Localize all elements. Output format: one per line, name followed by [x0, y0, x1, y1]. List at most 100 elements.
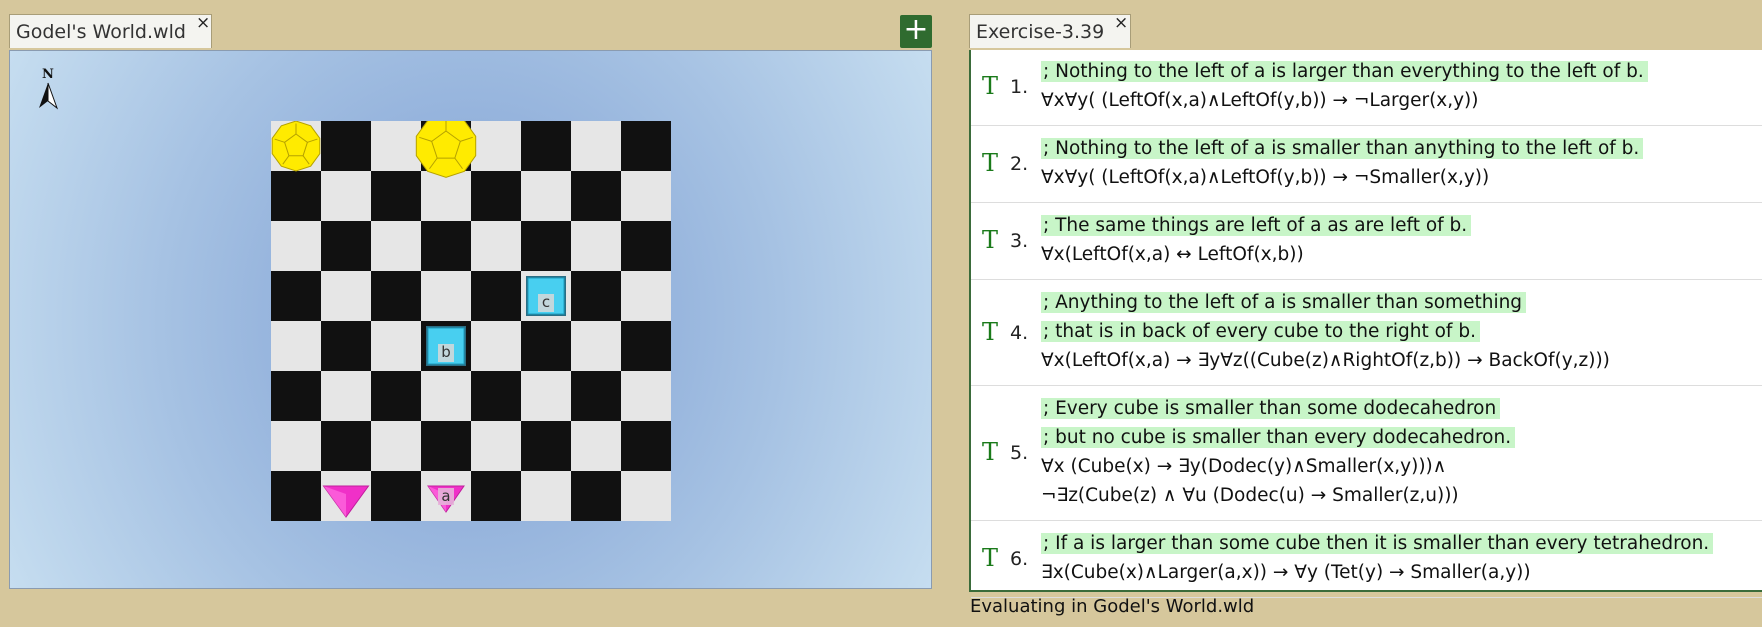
sentence-row[interactable]: T 3. ; The same things are left of a as ar… — [971, 204, 1762, 280]
object-label: c — [542, 293, 550, 311]
board-square[interactable] — [571, 371, 621, 421]
board-square[interactable] — [421, 221, 471, 271]
sentence-formula[interactable]: ∀x(LeftOf(x,a) ↔ LeftOf(x,b)) — [1041, 241, 1304, 268]
board-square[interactable] — [371, 421, 421, 471]
exercise-tab-title: Exercise-3.39 — [976, 21, 1105, 43]
sentence-row[interactable]: T 1. ; Nothing to the left of a is larger … — [971, 50, 1762, 126]
board-square[interactable] — [471, 171, 521, 221]
cube-block-b[interactable]: b — [426, 326, 466, 366]
board-square[interactable] — [371, 171, 421, 221]
board-square[interactable] — [321, 271, 371, 321]
sentence-formula[interactable]: ∀x∀y( (LeftOf(x,a)∧LeftOf(y,b)) → ¬Small… — [1041, 164, 1489, 191]
sentence-row[interactable]: T 6. ; If a is larger than some cube then … — [971, 522, 1762, 598]
sentence-formula[interactable]: ∀x∀y( (LeftOf(x,a)∧LeftOf(y,b)) → ¬Large… — [1041, 87, 1479, 114]
board-square[interactable] — [271, 421, 321, 471]
sentence-list: T 1. ; Nothing to the left of a is larger … — [969, 50, 1762, 598]
sentence-comment[interactable]: ; but no cube is smaller than every dode… — [1041, 424, 1516, 451]
chess-board[interactable]: c b a — [271, 121, 671, 521]
board-square[interactable] — [471, 371, 521, 421]
board-square[interactable] — [571, 471, 621, 521]
sentence-row[interactable]: T 5. ; Every cube is smaller than some dod… — [971, 387, 1762, 521]
board-square[interactable] — [421, 271, 471, 321]
board-square[interactable] — [471, 471, 521, 521]
board-square[interactable] — [371, 371, 421, 421]
board-square[interactable] — [371, 471, 421, 521]
sentence-comment[interactable]: ; Nothing to the left of a is larger tha… — [1041, 58, 1648, 85]
sentence-file-tab[interactable]: Exercise-3.39 × — [969, 13, 1131, 48]
board-square[interactable] — [421, 421, 471, 471]
sentence-formula[interactable]: ∀x(LeftOf(x,a) → ∃y∀z((Cube(z)∧RightOf(z… — [1041, 347, 1610, 374]
sentence-number: 4. — [1010, 321, 1029, 344]
board-square[interactable] — [621, 371, 671, 421]
status-text: Evaluating in Godel's World.wld — [970, 596, 1255, 617]
sentence-comment[interactable]: ; that is in back of every cube to the r… — [1041, 318, 1480, 345]
board-square[interactable] — [521, 371, 571, 421]
dodec-block[interactable] — [271, 121, 321, 172]
sentence-comment[interactable]: ; Nothing to the left of a is smaller th… — [1041, 135, 1644, 162]
board-square[interactable] — [621, 421, 671, 471]
board-square[interactable] — [621, 321, 671, 371]
board-square[interactable] — [271, 371, 321, 421]
board-square[interactable] — [321, 171, 371, 221]
board-square[interactable] — [621, 271, 671, 321]
truth-value-icon: T — [982, 72, 999, 100]
board-square[interactable] — [321, 421, 371, 471]
board-square[interactable] — [521, 121, 571, 171]
sentence-row[interactable]: T 2. ; Nothing to the left of a is smaller… — [971, 127, 1762, 203]
board-square[interactable] — [621, 171, 671, 221]
board-square[interactable] — [521, 171, 571, 221]
board-square[interactable] — [271, 221, 321, 271]
board-square[interactable] — [621, 471, 671, 521]
board-square[interactable] — [271, 321, 321, 371]
board-square[interactable] — [371, 321, 421, 371]
sentence-formula[interactable]: ¬∃z(Cube(z) ∧ ∀u (Dodec(u) → Smaller(z,u… — [1041, 482, 1459, 509]
board-square[interactable] — [421, 371, 471, 421]
board-square[interactable] — [571, 221, 621, 271]
world-file-tab[interactable]: Godel's World.wld × — [9, 13, 212, 48]
sentence-comment[interactable]: ; Anything to the left of a is smaller t… — [1041, 289, 1527, 316]
sentence-formula[interactable]: ∀x (Cube(x) → ∃y(Dodec(y)∧Smaller(x,y)))… — [1041, 453, 1446, 480]
board-square[interactable] — [621, 121, 671, 171]
board-square[interactable] — [371, 271, 421, 321]
board-square[interactable] — [571, 421, 621, 471]
sentence-comment[interactable]: ; Every cube is smaller than some dodeca… — [1041, 395, 1501, 422]
board-square[interactable] — [271, 171, 321, 221]
board-square[interactable] — [621, 221, 671, 271]
sentence-number: 6. — [1010, 548, 1029, 570]
add-object-button[interactable]: + — [900, 15, 932, 48]
truth-value-icon: T — [982, 149, 999, 177]
board-square[interactable] — [371, 221, 421, 271]
sentence-comment[interactable]: ; The same things are left of a as are l… — [1041, 212, 1472, 239]
board-square[interactable] — [471, 121, 521, 171]
close-icon[interactable]: × — [196, 6, 210, 40]
board-square[interactable] — [321, 221, 371, 271]
board-square[interactable] — [571, 121, 621, 171]
board-square[interactable] — [521, 421, 571, 471]
board-square[interactable] — [471, 271, 521, 321]
board-square[interactable] — [321, 321, 371, 371]
board-square[interactable] — [571, 321, 621, 371]
board-square[interactable] — [471, 321, 521, 371]
sentence-formula[interactable]: ∃x(Cube(x)∧Larger(a,x)) → ∀y (Tet(y) → S… — [1041, 559, 1531, 586]
sentence-number: 3. — [1010, 230, 1029, 252]
board-square[interactable] — [571, 271, 621, 321]
board-square[interactable] — [521, 471, 571, 521]
board-square[interactable] — [471, 421, 521, 471]
board-square[interactable] — [521, 221, 571, 271]
world-view: N c b a — [9, 50, 932, 589]
board-square[interactable] — [271, 271, 321, 321]
board-square[interactable] — [271, 471, 321, 521]
board-square[interactable] — [321, 121, 371, 171]
sentence-comment[interactable]: ; If a is larger than some cube then it … — [1041, 530, 1714, 557]
board-square[interactable] — [571, 171, 621, 221]
sentence-row[interactable]: T 4. ; Anything to the left of a is smalle… — [971, 281, 1762, 386]
cube-block-c[interactable]: c — [526, 276, 566, 316]
sentence-number: 5. — [1010, 442, 1029, 464]
close-icon[interactable]: × — [1114, 6, 1128, 40]
board-square[interactable] — [471, 221, 521, 271]
board-square[interactable] — [321, 371, 371, 421]
truth-value-icon: T — [982, 317, 999, 346]
board-square[interactable] — [421, 171, 471, 221]
board-square[interactable] — [371, 121, 421, 171]
board-square[interactable] — [521, 321, 571, 371]
